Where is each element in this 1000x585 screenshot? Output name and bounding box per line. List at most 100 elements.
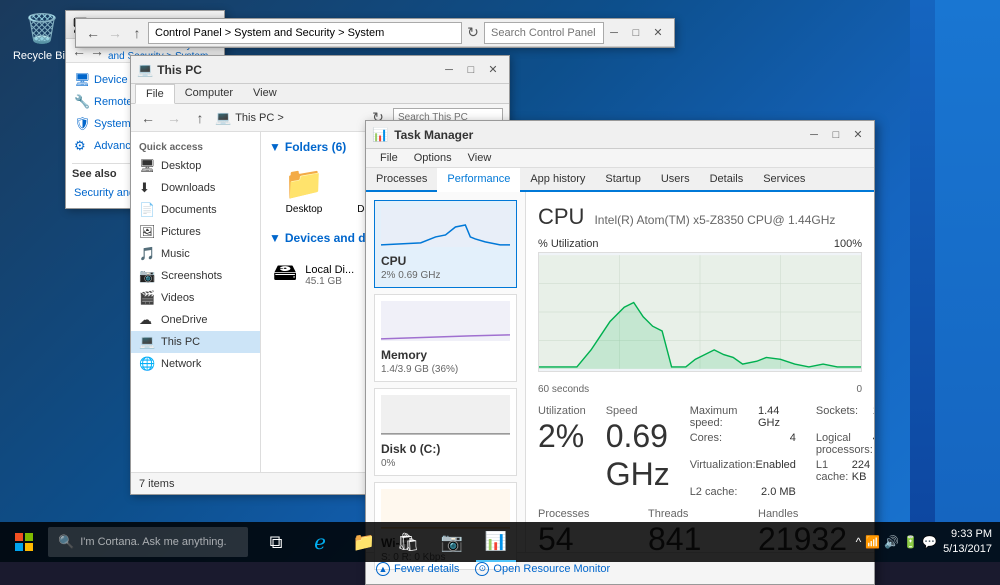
system-maximize-btn[interactable]: □	[626, 24, 646, 42]
tm-menu-file[interactable]: File	[372, 149, 406, 167]
fe-sidebar-pictures[interactable]: 🖼 Pictures	[131, 221, 260, 243]
taskbar-task-view-button[interactable]: ⧉	[256, 522, 296, 562]
sidebar-network-icon: 🌐	[139, 356, 155, 372]
tm-graph-time-right: 0	[856, 384, 862, 395]
tm-title: Task Manager	[394, 128, 804, 142]
tm-item-disk[interactable]: Disk 0 (C:) 0%	[374, 388, 517, 476]
fe-up-btn[interactable]: ↑	[189, 107, 211, 129]
system-refresh-btn[interactable]: ↻	[462, 22, 484, 44]
network-icon[interactable]: 📶	[865, 535, 880, 549]
tm-item-cpu[interactable]: CPU 2% 0.69 GHz	[374, 200, 517, 288]
remote-icon: 🔧	[74, 94, 90, 110]
system-back-btn[interactable]: ←	[82, 22, 104, 44]
tm-tab-startup[interactable]: Startup	[595, 168, 650, 190]
recycle-bin[interactable]: 🗑️ Recycle Bin	[12, 10, 72, 62]
taskbar-clock[interactable]: 9:33 PM 5/13/2017	[943, 527, 992, 558]
clock-time: 9:33 PM	[943, 527, 992, 542]
fe-minimize-btn[interactable]: ─	[439, 61, 459, 79]
tm-fewer-details-button[interactable]: ▲ Fewer details	[376, 562, 459, 576]
tm-detail-cores-label: Cores:	[690, 432, 722, 456]
fe-tab-file[interactable]: File	[135, 84, 175, 104]
taskbar-task-manager-button[interactable]: 📊	[476, 522, 516, 562]
taskbar-start-button[interactable]	[0, 522, 48, 562]
tm-open-resource-monitor-button[interactable]: ⊙ Open Resource Monitor	[475, 562, 610, 576]
tm-tab-users[interactable]: Users	[651, 168, 700, 190]
tm-minimize-btn[interactable]: ─	[804, 126, 824, 144]
tm-item-memory[interactable]: Memory 1.4/3.9 GB (36%)	[374, 294, 517, 382]
fe-folders-header-text: Folders (6)	[285, 140, 346, 154]
fe-forward-btn[interactable]: →	[163, 107, 185, 129]
fe-quick-access-section: Quick access	[131, 136, 260, 155]
tm-speed-stat: Speed 0.69 GHz	[606, 405, 670, 498]
volume-icon[interactable]: 🔊	[884, 535, 899, 549]
fe-sidebar-documents[interactable]: 📄 Documents	[131, 199, 260, 221]
tm-menu-view[interactable]: View	[460, 149, 500, 167]
tm-cpu-item-title: CPU	[381, 254, 510, 268]
tm-detail-virtualization: Virtualization: Enabled	[690, 459, 796, 483]
tm-details-section: Maximum speed: 1.44 GHz Sockets: 1 Cores…	[690, 405, 874, 498]
task-manager-icon: 📊	[485, 531, 507, 552]
notification-icon[interactable]: 💬	[922, 535, 937, 549]
tm-tab-processes[interactable]: Processes	[366, 168, 437, 190]
tm-detail-l1-value: 224 KB	[852, 459, 874, 483]
fe-maximize-btn[interactable]: □	[461, 61, 481, 79]
fe-titlebar[interactable]: 💻 This PC ─ □ ✕	[131, 56, 509, 84]
tm-menu-options[interactable]: Options	[406, 149, 460, 167]
system-address-input[interactable]	[148, 22, 462, 44]
tm-resource-monitor-label: Open Resource Monitor	[493, 563, 610, 575]
tm-detail-virtualization-label: Virtualization:	[690, 459, 756, 483]
fe-tab-view[interactable]: View	[243, 84, 287, 103]
clock-date: 5/13/2017	[943, 542, 992, 557]
fe-sidebar-screenshots[interactable]: 📷 Screenshots	[131, 265, 260, 287]
system-close-btn[interactable]: ✕	[648, 24, 668, 42]
tm-tab-details[interactable]: Details	[700, 168, 754, 190]
recycle-bin-icon: 🗑️	[24, 10, 60, 46]
system-up-btn[interactable]: ↑	[126, 22, 148, 44]
tm-cpu-title: CPU	[538, 204, 584, 230]
tm-detail-cores-value: 4	[790, 432, 796, 456]
system-forward-btn[interactable]: →	[104, 22, 126, 44]
fe-sidebar-onedrive[interactable]: ☁ OneDrive	[131, 309, 260, 331]
sidebar-this-pc-icon: 💻	[139, 334, 155, 350]
tm-handles-label: Handles	[758, 508, 862, 520]
fe-sidebar-pictures-label: Pictures	[161, 226, 201, 238]
fe-sidebar-network[interactable]: 🌐 Network	[131, 353, 260, 375]
taskbar-edge-button[interactable]: ℯ	[300, 522, 340, 562]
tm-disk-mini-graph	[381, 395, 510, 435]
fe-sidebar-videos[interactable]: 🎬 Videos	[131, 287, 260, 309]
fe-sidebar-downloads[interactable]: ⬇ Downloads	[131, 177, 260, 199]
system-search-input[interactable]	[484, 22, 604, 44]
fe-back-btn[interactable]: ←	[137, 107, 159, 129]
system-titlebar[interactable]: ← → ↑ ↻ ─ □ ✕	[76, 19, 674, 47]
tm-tab-app-history[interactable]: App history	[520, 168, 595, 190]
tray-expand-icon[interactable]: ^	[856, 535, 862, 549]
tm-detail-sockets-label: Sockets:	[816, 405, 858, 429]
tm-detail-virtualization-value: Enabled	[756, 459, 796, 483]
tm-tab-performance[interactable]: Performance	[437, 168, 520, 192]
taskbar-search-box[interactable]: 🔍 I'm Cortana. Ask me anything.	[48, 527, 248, 557]
taskbar-explorer-button[interactable]: 📁	[344, 522, 384, 562]
tm-resource-monitor-icon: ⊙	[475, 562, 489, 576]
system-minimize-btn[interactable]: ─	[604, 24, 624, 42]
tm-window-icon: 📊	[372, 127, 388, 143]
fe-tab-computer[interactable]: Computer	[175, 84, 243, 103]
taskbar-system-tray: ^ 📶 🔊 🔋 💬 9:33 PM 5/13/2017	[856, 527, 1000, 558]
taskbar-photos-button[interactable]: 📷	[432, 522, 472, 562]
fe-sidebar-music[interactable]: 🎵 Music	[131, 243, 260, 265]
fe-sidebar-desktop[interactable]: 🖥 Desktop	[131, 155, 260, 177]
fe-folder-desktop[interactable]: 📁 Desktop	[269, 160, 339, 219]
task-view-icon: ⧉	[270, 532, 283, 553]
tm-titlebar[interactable]: 📊 Task Manager ─ □ ✕	[366, 121, 874, 149]
battery-icon[interactable]: 🔋	[903, 535, 918, 549]
tm-detail-sockets-value: 1	[873, 405, 874, 429]
tm-maximize-btn[interactable]: □	[826, 126, 846, 144]
tm-tab-services[interactable]: Services	[753, 168, 815, 190]
tm-memory-item-sub: 1.4/3.9 GB (36%)	[381, 364, 510, 375]
fe-close-btn[interactable]: ✕	[483, 61, 503, 79]
tm-close-btn[interactable]: ✕	[848, 126, 868, 144]
taskbar-store-button[interactable]: 🛍	[388, 522, 428, 562]
tm-cpu-graph-svg	[539, 253, 861, 371]
tm-detail-l1-label: L1 cache:	[816, 459, 852, 483]
fe-sidebar-this-pc[interactable]: 💻 This PC	[131, 331, 260, 353]
sidebar-screenshots-icon: 📷	[139, 268, 155, 284]
